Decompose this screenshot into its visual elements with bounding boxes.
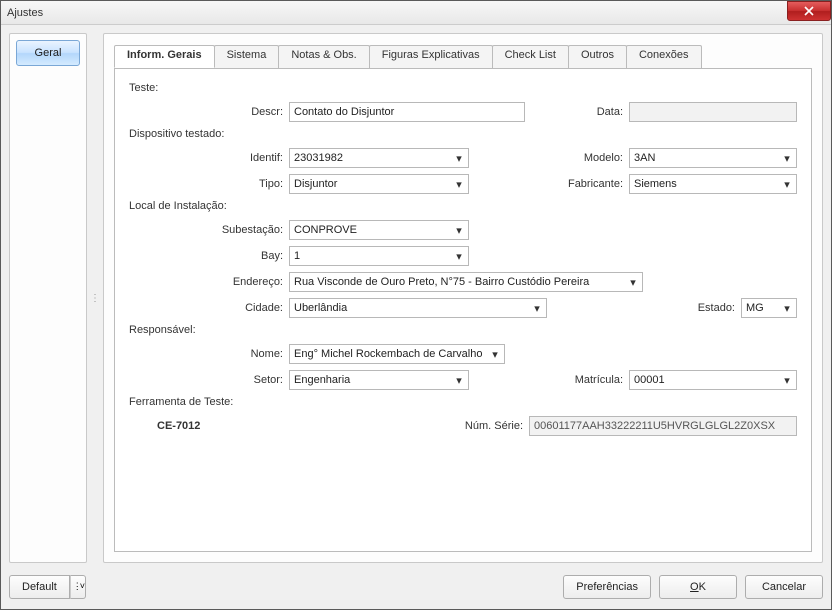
tab-sistema[interactable]: Sistema bbox=[214, 45, 280, 68]
group-local: Local de Instalação: bbox=[129, 200, 797, 212]
label-nome: Nome: bbox=[135, 348, 283, 360]
combo-fabricante[interactable]: Siemens ▾ bbox=[629, 174, 797, 194]
chevron-down-icon: ▾ bbox=[780, 374, 794, 387]
group-teste: Teste: bbox=[129, 82, 797, 94]
default-button[interactable]: Default bbox=[9, 575, 70, 599]
cancelar-button[interactable]: Cancelar bbox=[745, 575, 823, 599]
tab-content: Teste: Descr: Data: Dispositivo testado:… bbox=[114, 68, 812, 552]
tab-inform-gerais[interactable]: Inform. Gerais bbox=[114, 45, 215, 68]
tab-figuras[interactable]: Figuras Explicativas bbox=[369, 45, 493, 68]
label-descr: Descr: bbox=[135, 106, 283, 118]
label-tipo: Tipo: bbox=[135, 178, 283, 190]
combo-modelo[interactable]: 3AN ▾ bbox=[629, 148, 797, 168]
input-data bbox=[629, 102, 797, 122]
label-modelo: Modelo: bbox=[537, 152, 623, 164]
combo-nome[interactable]: Eng° Michel Rockembach de Carvalho ▾ bbox=[289, 344, 505, 364]
label-setor: Setor: bbox=[135, 374, 283, 386]
default-dropdown[interactable]: ⋮˅ bbox=[70, 575, 86, 599]
combo-cidade[interactable]: Uberlândia ▾ bbox=[289, 298, 547, 318]
footer: Default ⋮˅ Preferências OK Cancelar bbox=[1, 571, 831, 609]
chevron-down-icon: ▾ bbox=[626, 276, 640, 289]
group-dispositivo: Dispositivo testado: bbox=[129, 128, 797, 140]
combo-endereco[interactable]: Rua Visconde de Ouro Preto, N°75 - Bairr… bbox=[289, 272, 643, 292]
close-button[interactable] bbox=[787, 1, 831, 21]
label-endereco: Endereço: bbox=[135, 276, 283, 288]
label-fabricante: Fabricante: bbox=[537, 178, 623, 190]
label-bay: Bay: bbox=[135, 250, 283, 262]
chevron-down-icon: ▾ bbox=[780, 152, 794, 165]
chevron-down-icon: ▾ bbox=[530, 302, 544, 315]
splitter[interactable]: ⋮ bbox=[93, 33, 97, 563]
label-matricula: Matrícula: bbox=[537, 374, 623, 386]
combo-matricula[interactable]: 00001 ▾ bbox=[629, 370, 797, 390]
splitter-dots: ⋮ bbox=[90, 293, 100, 304]
label-estado: Estado: bbox=[681, 302, 735, 314]
combo-estado[interactable]: MG ▾ bbox=[741, 298, 797, 318]
main-panel: Inform. Gerais Sistema Notas & Obs. Figu… bbox=[103, 33, 823, 563]
chevron-down-icon: ▾ bbox=[780, 178, 794, 191]
group-ferramenta: Ferramenta de Teste: bbox=[129, 396, 797, 408]
window: Ajustes Geral ⋮ Inform. Gerais Sistema N… bbox=[0, 0, 832, 610]
tab-outros[interactable]: Outros bbox=[568, 45, 627, 68]
tab-strip: Inform. Gerais Sistema Notas & Obs. Figu… bbox=[114, 45, 812, 69]
group-responsavel: Responsável: bbox=[129, 324, 797, 336]
label-subestacao: Subestação: bbox=[135, 224, 283, 236]
combo-subestacao[interactable]: CONPROVE ▾ bbox=[289, 220, 469, 240]
label-cidade: Cidade: bbox=[135, 302, 283, 314]
sidebar: Geral bbox=[9, 33, 87, 563]
tab-notas[interactable]: Notas & Obs. bbox=[278, 45, 369, 68]
input-numserie bbox=[529, 416, 797, 436]
preferencias-button[interactable]: Preferências bbox=[563, 575, 651, 599]
combo-tipo[interactable]: Disjuntor ▾ bbox=[289, 174, 469, 194]
chevron-down-icon: ⋮˅ bbox=[73, 581, 83, 592]
window-title: Ajustes bbox=[5, 7, 43, 19]
sidebar-item-geral[interactable]: Geral bbox=[16, 40, 80, 66]
chevron-down-icon: ▾ bbox=[452, 178, 466, 191]
chevron-down-icon: ▾ bbox=[488, 348, 502, 361]
input-descr[interactable] bbox=[289, 102, 525, 122]
close-icon bbox=[804, 6, 814, 16]
label-identif: Identif: bbox=[135, 152, 283, 164]
ok-button[interactable]: OK bbox=[659, 575, 737, 599]
tool-name: CE-7012 bbox=[135, 420, 215, 432]
chevron-down-icon: ▾ bbox=[452, 152, 466, 165]
label-data: Data: bbox=[537, 106, 623, 118]
combo-identif[interactable]: 23031982 ▾ bbox=[289, 148, 469, 168]
chevron-down-icon: ▾ bbox=[452, 374, 466, 387]
chevron-down-icon: ▾ bbox=[452, 224, 466, 237]
default-split-button: Default ⋮˅ bbox=[9, 575, 86, 599]
body: Geral ⋮ Inform. Gerais Sistema Notas & O… bbox=[1, 25, 831, 571]
combo-bay[interactable]: 1 ▾ bbox=[289, 246, 469, 266]
tab-checklist[interactable]: Check List bbox=[492, 45, 569, 68]
label-numserie: Núm. Série: bbox=[453, 420, 523, 432]
tab-conexoes[interactable]: Conexões bbox=[626, 45, 702, 68]
chevron-down-icon: ▾ bbox=[780, 302, 794, 315]
combo-setor[interactable]: Engenharia ▾ bbox=[289, 370, 469, 390]
chevron-down-icon: ▾ bbox=[452, 250, 466, 263]
titlebar: Ajustes bbox=[1, 1, 831, 25]
